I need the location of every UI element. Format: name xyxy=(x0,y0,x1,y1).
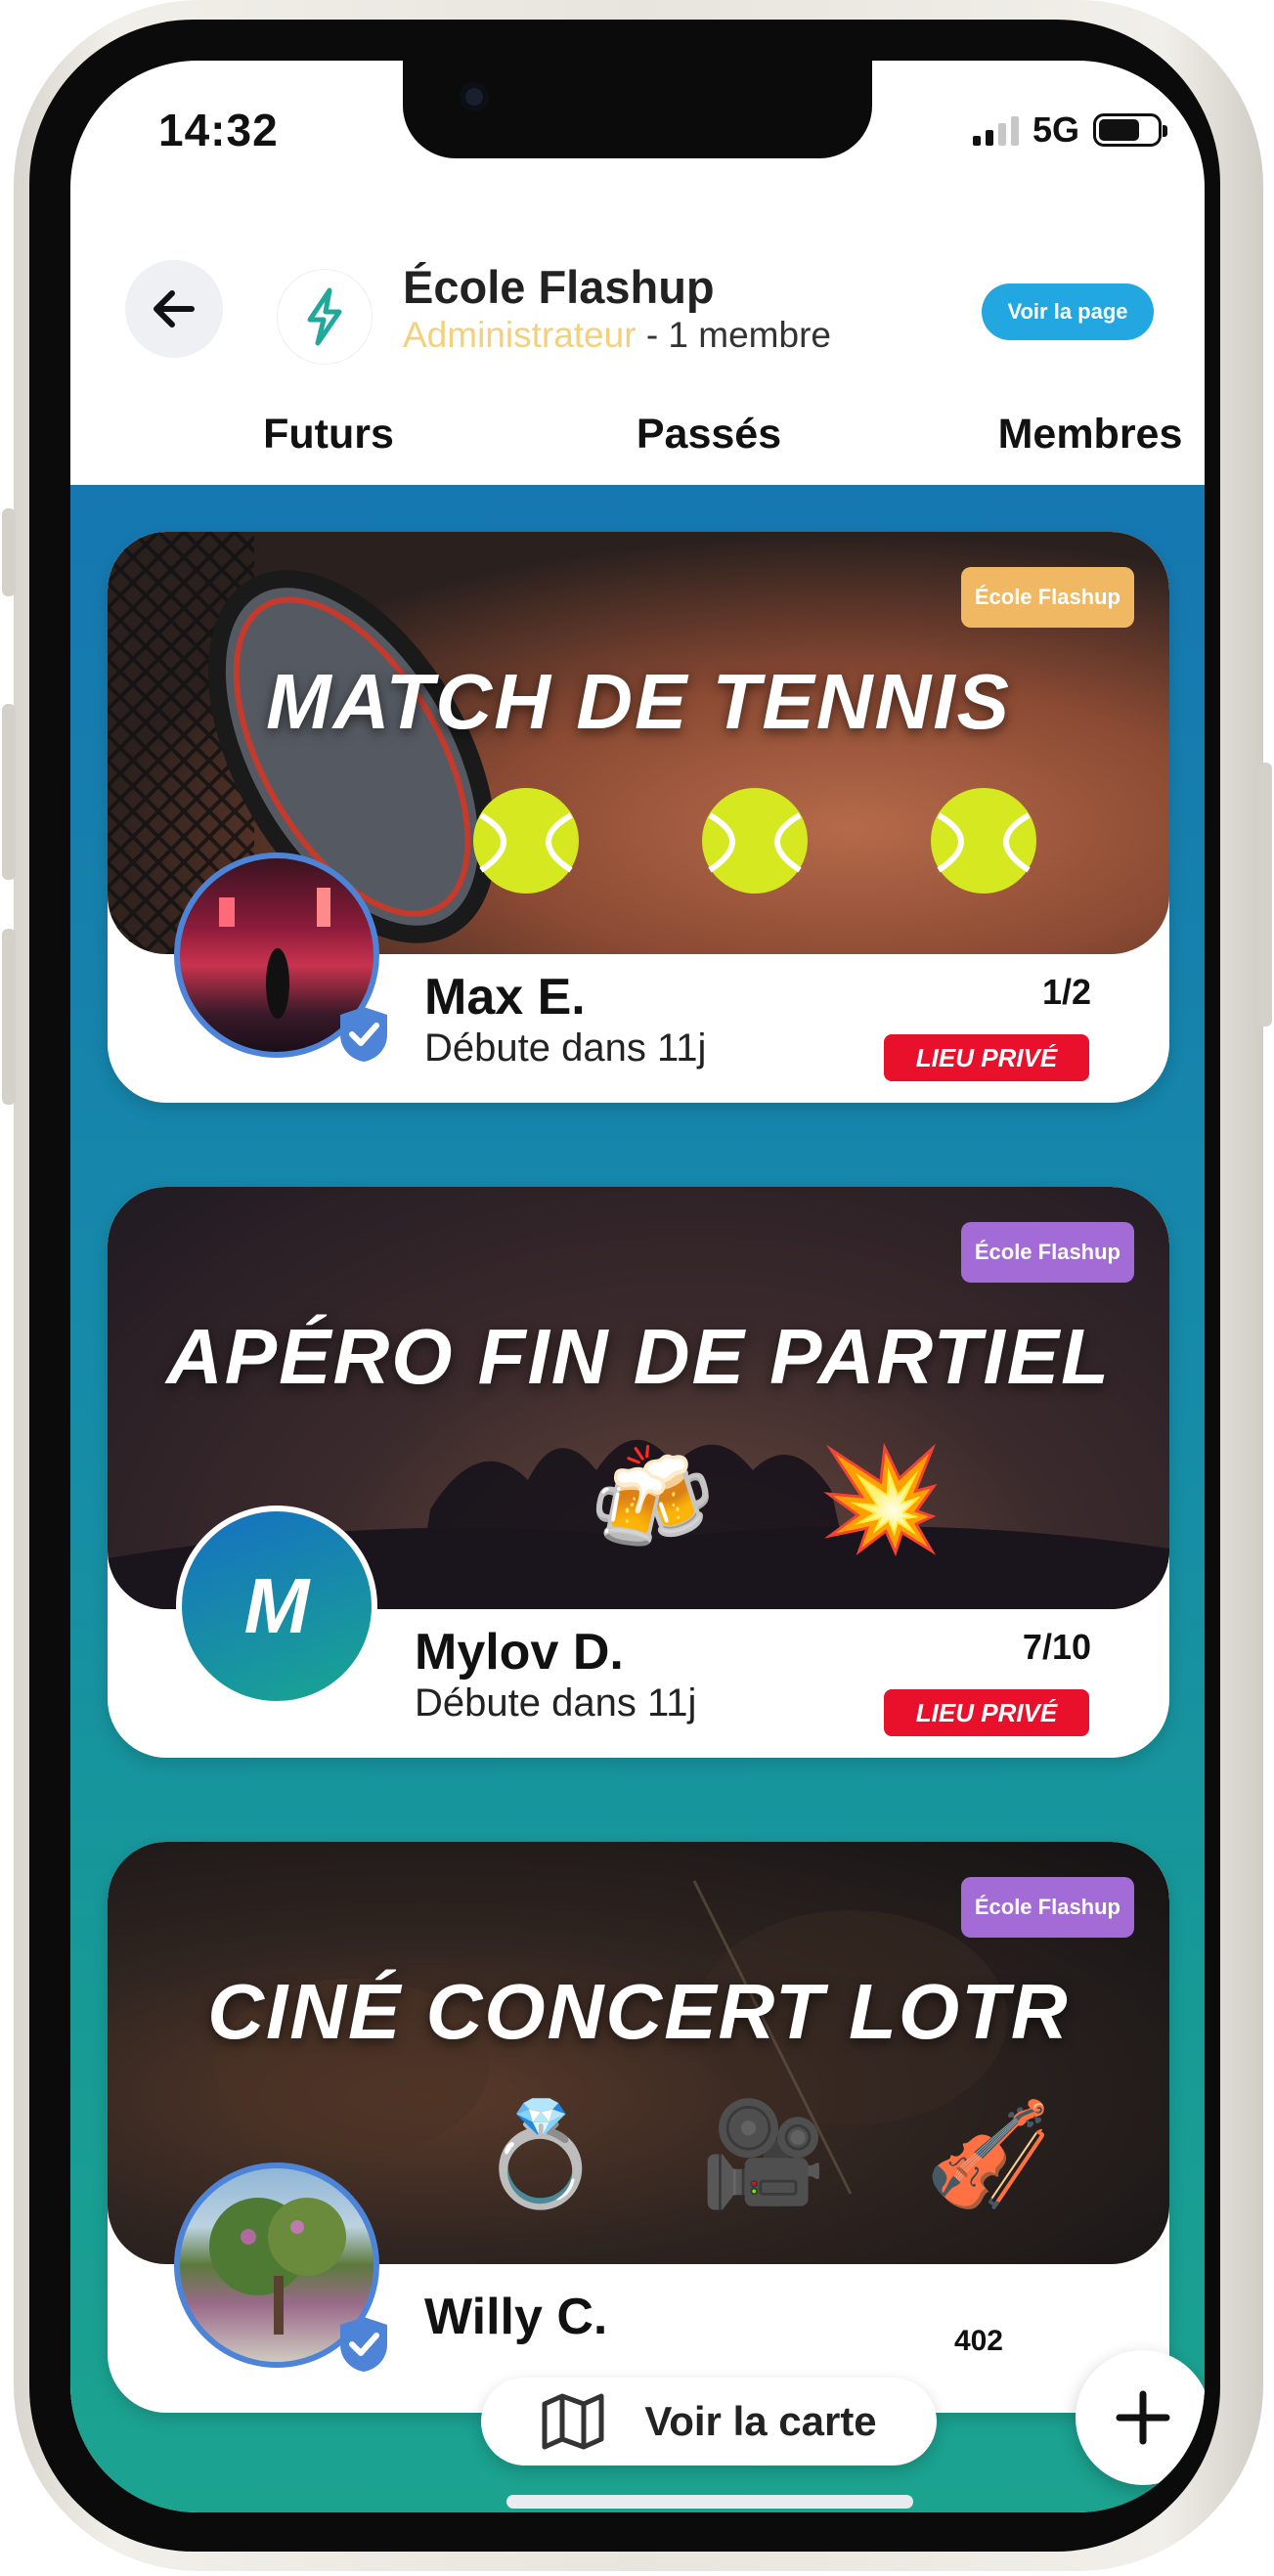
host-name: Max E. xyxy=(424,969,586,1026)
status-icons: 5G xyxy=(972,109,1167,151)
participant-count: 402 xyxy=(953,2325,1003,2357)
volume-down-button xyxy=(2,929,16,1105)
org-tag: École Flashup xyxy=(960,1222,1134,1283)
power-button xyxy=(1258,763,1272,1026)
verified-badge-icon xyxy=(340,1007,387,1062)
org-name: École Flashup xyxy=(403,261,715,313)
network-label: 5G xyxy=(1032,109,1079,150)
map-button-label: Voir la carte xyxy=(644,2398,877,2444)
privacy-badge: LIEU PRIVÉ xyxy=(884,1689,1089,1736)
start-info: Débute dans 11j xyxy=(415,1681,697,1725)
privacy-badge: LIEU PRIVÉ xyxy=(884,1034,1089,1081)
event-card[interactable]: École Flashup APÉRO FIN DE PARTIEL 🍻 💥 M… xyxy=(108,1187,1169,1758)
org-tag: École Flashup xyxy=(960,567,1134,628)
events-feed[interactable]: École Flashup MATCH DE TENNIS Max E. Déb… xyxy=(70,485,1205,2512)
ring-icon: 💍 xyxy=(477,2098,604,2211)
tennis-ball-icon xyxy=(473,788,579,894)
group-header: École Flashup Administrateur - 1 membre … xyxy=(70,197,1205,364)
lightning-icon xyxy=(307,287,342,346)
event-title: CINÉ CONCERT LOTR xyxy=(207,1968,1070,2055)
movie-camera-icon: 🎥 xyxy=(700,2098,827,2211)
start-info: Débute dans 11j xyxy=(424,1026,707,1070)
notch xyxy=(403,61,872,158)
back-button[interactable] xyxy=(125,260,223,358)
tab-futurs[interactable]: Futurs xyxy=(182,411,475,458)
beer-mugs-icon: 🍻 xyxy=(589,1443,716,1556)
camera-icon xyxy=(460,82,489,111)
create-event-button[interactable] xyxy=(1076,2350,1205,2485)
event-title: MATCH DE TENNIS xyxy=(266,658,1011,745)
violin-icon: 🎻 xyxy=(925,2098,1052,2211)
silent-switch xyxy=(2,508,16,596)
battery-icon xyxy=(1093,113,1167,147)
signal-icon xyxy=(972,114,1019,146)
event-card[interactable]: École Flashup CINÉ CONCERT LOTR 💍 🎥 🎻 Wi… xyxy=(108,1842,1169,2413)
plus-icon xyxy=(1116,2390,1170,2445)
tab-membres[interactable]: Membres xyxy=(944,411,1205,458)
org-tag: École Flashup xyxy=(960,1877,1134,1938)
volume-up-button xyxy=(2,704,16,880)
tennis-ball-icon xyxy=(931,788,1036,894)
host-name: Mylov D. xyxy=(415,1624,624,1681)
screen: 14:32 5G École Flashup Administrateur - … xyxy=(70,61,1205,2512)
org-logo xyxy=(278,270,372,364)
participant-count: 7/10 xyxy=(1022,1627,1091,1667)
host-avatar[interactable]: M xyxy=(176,1506,377,1707)
explosion-icon: 💥 xyxy=(817,1443,945,1556)
role-label: Administrateur xyxy=(403,315,637,355)
view-page-button[interactable]: Voir la page xyxy=(982,284,1154,340)
verified-badge-icon xyxy=(340,2317,387,2372)
tab-passes[interactable]: Passés xyxy=(562,411,856,458)
tennis-ball-icon xyxy=(702,788,808,894)
map-icon xyxy=(542,2393,604,2450)
event-title: APÉRO FIN DE PARTIEL xyxy=(165,1313,1111,1400)
participant-count: 1/2 xyxy=(1041,972,1091,1012)
member-count: - 1 membre xyxy=(645,315,831,355)
status-time: 14:32 xyxy=(158,105,279,155)
host-name: Willy C. xyxy=(424,2289,608,2345)
event-card[interactable]: École Flashup MATCH DE TENNIS Max E. Déb… xyxy=(108,532,1169,1103)
tab-bar: Futurs Passés Membres xyxy=(70,411,1205,495)
org-subtitle: Administrateur - 1 membre xyxy=(403,315,831,356)
map-button[interactable]: Voir la carte xyxy=(481,2378,937,2466)
home-indicator[interactable] xyxy=(506,2495,913,2509)
arrow-left-icon xyxy=(154,290,195,327)
